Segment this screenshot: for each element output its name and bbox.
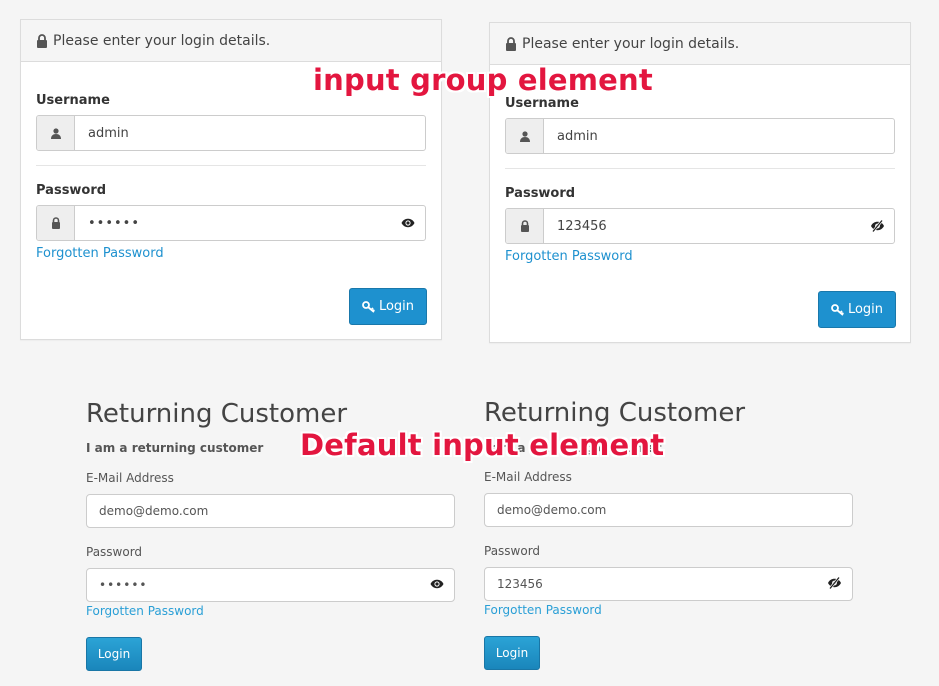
email-input[interactable]: demo@demo.com <box>86 494 455 528</box>
divider <box>36 165 426 166</box>
password-input[interactable]: 123456 <box>484 567 853 601</box>
login-button[interactable]: Login <box>86 637 142 671</box>
lock-icon <box>506 209 544 243</box>
eye-icon[interactable] <box>430 578 444 592</box>
forgotten-password-link[interactable]: Forgotten Password <box>484 603 602 617</box>
password-input[interactable]: •••••• <box>75 206 391 240</box>
forgotten-password-link[interactable]: Forgotten Password <box>86 604 204 618</box>
password-label: Password <box>505 186 576 201</box>
password-input-value: 123456 <box>497 577 543 591</box>
key-icon <box>831 303 844 316</box>
eye-icon[interactable] <box>391 206 425 240</box>
eye-slash-icon[interactable] <box>860 209 894 243</box>
login-button-label: Login <box>378 299 415 314</box>
password-input[interactable]: •••••• <box>86 568 455 602</box>
username-input-group[interactable]: admin <box>36 115 426 151</box>
login-button[interactable]: Login <box>349 288 427 325</box>
username-input-group[interactable]: admin <box>505 118 895 154</box>
email-label: E-Mail Address <box>484 470 572 484</box>
annotation-input-group: input group element <box>313 63 653 97</box>
username-input[interactable]: admin <box>75 116 425 150</box>
panel-heading-text: Please enter your login details. <box>522 35 740 52</box>
panel-heading: Please enter your login details. <box>21 20 441 62</box>
password-input[interactable]: 123456 <box>544 209 860 243</box>
returning-customer-subtitle: I am a returning customer <box>86 441 264 455</box>
username-input[interactable]: admin <box>544 119 894 153</box>
lock-icon <box>37 33 47 48</box>
divider <box>505 168 895 169</box>
email-input-value: demo@demo.com <box>497 503 607 517</box>
key-icon <box>362 300 375 313</box>
email-input[interactable]: demo@demo.com <box>484 493 853 527</box>
login-button[interactable]: Login <box>484 636 540 670</box>
lock-icon <box>506 36 516 51</box>
password-label: Password <box>86 545 143 559</box>
panel-heading-text: Please enter your login details. <box>53 32 271 49</box>
username-label: Username <box>505 96 579 111</box>
returning-customer-title: Returning Customer <box>86 399 348 429</box>
forgotten-password-link[interactable]: Forgotten Password <box>36 246 164 261</box>
username-label: Username <box>36 93 110 108</box>
password-input-value: •••••• <box>99 578 148 592</box>
login-button[interactable]: Login <box>818 291 896 328</box>
returning-customer-title: Returning Customer <box>484 398 746 428</box>
email-label: E-Mail Address <box>86 471 174 485</box>
email-input-value: demo@demo.com <box>99 504 209 518</box>
panel-heading: Please enter your login details. <box>490 23 910 65</box>
forgotten-password-link[interactable]: Forgotten Password <box>505 249 633 264</box>
user-icon <box>506 119 544 153</box>
lock-icon <box>37 206 75 240</box>
eye-slash-icon[interactable] <box>827 576 842 592</box>
password-input-group[interactable]: 123456 <box>505 208 895 244</box>
annotation-default-input: Default input element <box>300 428 665 462</box>
password-label: Password <box>484 544 541 558</box>
password-input-group[interactable]: •••••• <box>36 205 426 241</box>
user-icon <box>37 116 75 150</box>
password-label: Password <box>36 183 107 198</box>
login-button-label: Login <box>847 302 884 317</box>
